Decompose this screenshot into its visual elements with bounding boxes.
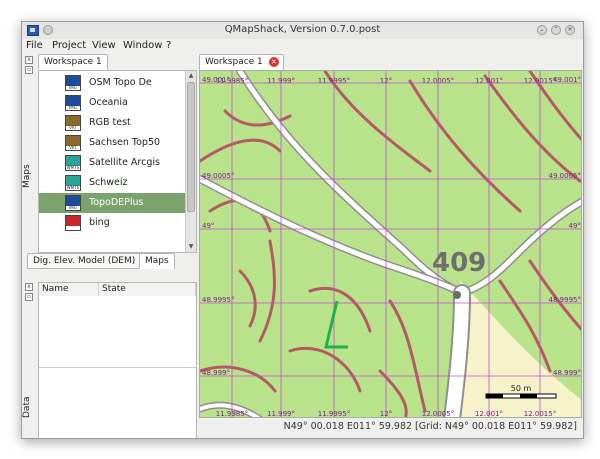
scale-bar-seg [486, 394, 503, 398]
grid-lon-label-top: 11.9995° [318, 77, 350, 85]
tab-workspace-map-label: Workspace 1 [205, 57, 263, 67]
menu-view[interactable]: View [92, 40, 116, 51]
map-list-item-label: TopoDEPlus [89, 197, 144, 208]
elevation-label: 409 [432, 248, 486, 278]
data-dock-close-icon[interactable]: x [25, 283, 33, 291]
map-list-item[interactable]: VRT Sachsen Top50 [39, 133, 185, 153]
map-canvas[interactable]: 11.9985°11.9985°11.999°11.999°11.9995°11… [200, 71, 582, 418]
column-state[interactable]: State [99, 283, 196, 296]
data-dock-float-icon[interactable]: ▫ [25, 293, 33, 301]
map-list-item[interactable]: IMG Oceania [39, 93, 185, 113]
tab-maps[interactable]: Maps [139, 253, 175, 269]
map-type-caption: IMG [66, 206, 80, 210]
map-type-caption: VRT [66, 126, 80, 130]
close-tab-icon[interactable]: ✕ [268, 57, 279, 67]
grid-lon-label-top: 12° [380, 77, 392, 85]
map-type-icon: VRT [65, 135, 81, 151]
main-window: QMapShack, Version 0.7.0.post ⌄ ⌃ ✕ File… [21, 21, 584, 439]
grid-lat-label-right: 48.999° [553, 369, 581, 377]
grid-lat-label-right: 48.9995° [549, 296, 581, 304]
grid-lon-label-bottom: 12.0005° [422, 410, 454, 418]
grid-lat-label-left: 48.999° [202, 369, 230, 377]
tab-workspace-map[interactable]: Workspace 1 ✕ [199, 54, 284, 70]
grid-lon-label-top: 11.999° [267, 77, 295, 85]
maps-list[interactable]: bing IMG TopoDEPlus WMTS Schweiz WMTS Satellit… [38, 70, 197, 253]
grid-lon-label-bottom: 12° [380, 410, 392, 418]
grid-lat-label-right: 49.0005° [549, 172, 581, 180]
map-list-item-label: Sachsen Top50 [89, 137, 161, 148]
map-type-icon [65, 215, 81, 231]
maps-dock-label: Maps [22, 164, 32, 188]
map-list-item-label: RGB test [89, 117, 131, 128]
grid-lat-label-left: 48.9995° [202, 296, 234, 304]
left-dock: x ▫ Workspace 1 Maps bing IMG TopoDEPlus WM… [22, 54, 198, 438]
grid-lon-label-top: 12.0005° [422, 77, 454, 85]
junction-dot [453, 291, 461, 299]
scale-bar-seg [520, 394, 537, 398]
menu-file[interactable]: File [26, 40, 43, 51]
maps-scrollbar[interactable]: ▲ ▼ [185, 71, 196, 252]
map-type-icon: IMG [65, 195, 81, 211]
map-list-item[interactable]: WMTS Schweiz [39, 173, 185, 193]
map-list-item[interactable]: IMG TopoDEPlus [39, 193, 185, 213]
map-list-item-label: Satellite Arcgis [89, 157, 160, 168]
grid-lat-label-right: 49.001° [553, 76, 581, 84]
map-type-caption: VRT [66, 146, 80, 150]
scroll-up-icon[interactable]: ▲ [186, 71, 196, 81]
map-type-icon: WMTS [65, 175, 81, 191]
grid-lon-label-bottom: 11.999° [267, 410, 295, 418]
dock-float-icon[interactable]: ▫ [25, 66, 33, 74]
map-list-item-label: OSM Topo De [89, 77, 152, 88]
grid-lat-label-left: 49.0005° [202, 172, 234, 180]
map-list-item[interactable]: bing [39, 213, 185, 233]
menu-bar: File Project View Window ? [22, 39, 583, 53]
tab-workspace-left[interactable]: Workspace 1 [38, 54, 108, 70]
map-type-caption: IMG [66, 106, 80, 110]
map-list-item-label: Oceania [89, 97, 128, 108]
maximize-icon[interactable]: ⌃ [551, 25, 561, 35]
dock-close-icon[interactable]: x [25, 56, 33, 64]
data-dock-label: Data [22, 396, 32, 419]
data-panel[interactable]: Name State [38, 282, 197, 438]
grid-lat-label-right: 49° [569, 222, 581, 230]
status-bar-coordinates: N49° 00.018 E011° 59.982 [Grid: N49° 00.… [283, 421, 577, 432]
grid-lat-label-left: 49° [202, 222, 214, 230]
grid-lon-label-bottom: 11.9985° [216, 410, 248, 418]
map-type-caption: WMTS [66, 165, 80, 170]
map-type-caption: IMG [66, 86, 80, 90]
map-list-item-label: Schweiz [89, 177, 128, 188]
map-list-item[interactable]: WMTS Satellite Arcgis [39, 153, 185, 173]
minimize-icon[interactable]: ⌄ [537, 25, 547, 35]
grid-lon-label-bottom: 12.001° [475, 410, 503, 418]
map-list-item-label: bing [89, 217, 110, 228]
map-type-caption [66, 226, 80, 230]
map-list-item[interactable]: IMG OSM Topo De [39, 73, 185, 93]
close-icon[interactable]: ✕ [565, 25, 575, 35]
map-type-caption: WMTS [66, 185, 80, 190]
menu-window[interactable]: Window [123, 40, 162, 51]
menu-project[interactable]: Project [52, 40, 86, 51]
panel-divider [39, 367, 196, 368]
scale-label: 50 m [511, 384, 532, 393]
menu-help[interactable]: ? [166, 40, 171, 51]
grid-lon-label-top: 12.0015° [524, 77, 556, 85]
scroll-thumb[interactable] [187, 82, 195, 212]
map-type-icon: VRT [65, 115, 81, 131]
map-type-icon: IMG [65, 95, 81, 111]
grid-lon-label-top: 12.001° [475, 77, 503, 85]
window-title: QMapShack, Version 0.7.0.post [224, 24, 381, 35]
map-type-icon: IMG [65, 75, 81, 91]
map-type-icon: WMTS [65, 155, 81, 171]
tab-dem[interactable]: Dig. Elev. Model (DEM) [27, 253, 142, 269]
grid-lat-label-left: 49.001° [202, 76, 230, 84]
grid-lon-label-bottom: 12.0015° [524, 410, 556, 418]
map-list-item[interactable]: VRT RGB test [39, 113, 185, 133]
title-bar[interactable]: QMapShack, Version 0.7.0.post ⌄ ⌃ ✕ [22, 22, 583, 39]
grid-lon-label-bottom: 11.9995° [318, 410, 350, 418]
scroll-down-icon[interactable]: ▼ [186, 242, 196, 252]
column-name[interactable]: Name [39, 283, 99, 296]
map-view[interactable]: 11.9985° 11.9985° 11.999° 11.999° 11.9995° 11… [199, 70, 582, 418]
